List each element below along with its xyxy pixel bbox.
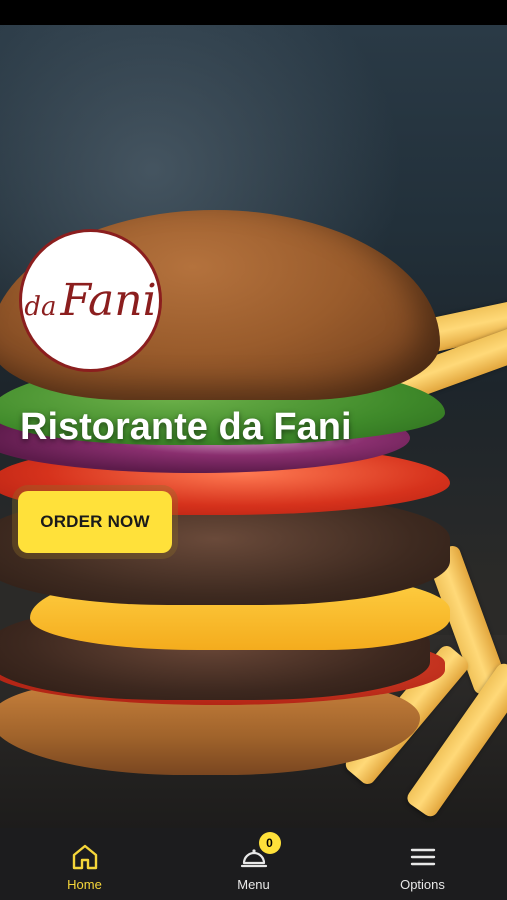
nav-label-options: Options	[400, 877, 445, 892]
nav-item-menu[interactable]: 0 Menu	[169, 828, 338, 900]
home-icon	[70, 842, 100, 872]
cart-count-badge: 0	[258, 832, 281, 854]
restaurant-logo: da Fani	[19, 229, 162, 372]
nav-label-menu: Menu	[237, 877, 270, 892]
status-bar	[0, 0, 507, 25]
nav-item-options[interactable]: Options	[338, 828, 507, 900]
cloche-icon: 0	[239, 832, 281, 872]
restaurant-name: Ristorante da Fani	[20, 406, 352, 448]
nav-label-home: Home	[67, 877, 102, 892]
nav-item-home[interactable]: Home	[0, 828, 169, 900]
order-now-button[interactable]: ORDER NOW	[18, 491, 172, 553]
logo-wordmark: da Fani	[24, 275, 157, 326]
hamburger-menu-icon	[408, 842, 438, 872]
bottom-navigation: Home 0 Menu Options	[0, 828, 507, 900]
